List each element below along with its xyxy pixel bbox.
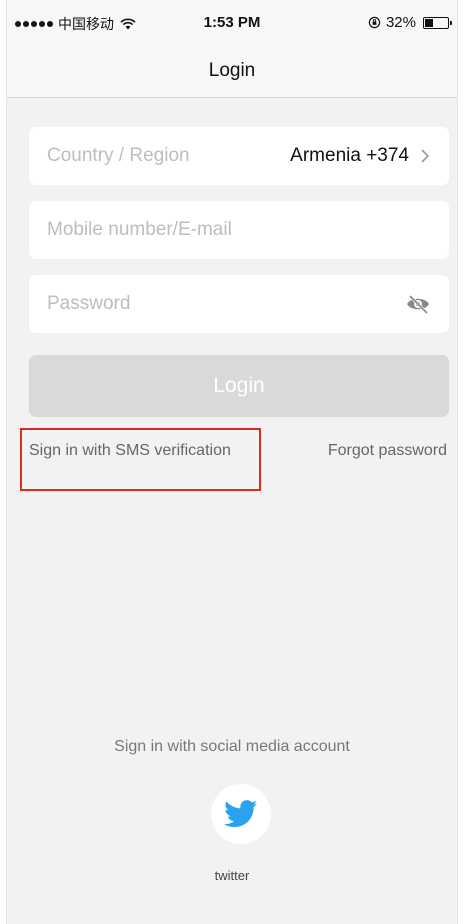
- twitter-label: twitter: [214, 868, 250, 883]
- twitter-bird-icon: [224, 800, 258, 828]
- chevron-right-icon: [421, 149, 430, 163]
- twitter-login-button[interactable]: [211, 784, 271, 844]
- eye-off-icon[interactable]: [405, 293, 431, 315]
- mobile-email-field[interactable]: Mobile number/E-mail: [29, 201, 449, 259]
- battery-icon: [423, 16, 452, 29]
- battery-fill: [425, 18, 433, 27]
- mobile-email-placeholder: Mobile number/E-mail: [47, 219, 232, 240]
- login-button[interactable]: Login: [29, 355, 449, 417]
- status-right: 32%: [368, 14, 452, 31]
- battery-percent: 32%: [385, 14, 416, 31]
- country-region-selector[interactable]: Country / Region Armenia +374: [29, 127, 449, 185]
- country-region-label: Country / Region: [47, 145, 190, 166]
- lock-rotation-icon: [368, 16, 381, 29]
- country-region-value: Armenia +374: [290, 145, 409, 166]
- status-bar: 中国移动 1:53 PM 32%: [7, 0, 457, 44]
- forgot-password-link[interactable]: Forgot password: [328, 442, 447, 460]
- navigation-bar: Login: [7, 44, 457, 98]
- page-title: Login: [208, 59, 256, 81]
- login-screen: 中国移动 1:53 PM 32% Login Country / Region: [6, 0, 458, 924]
- password-field[interactable]: Password: [29, 275, 449, 333]
- highlight-box: [20, 428, 261, 491]
- social-login-title: Sign in with social media account: [114, 738, 350, 755]
- password-placeholder: Password: [47, 293, 131, 314]
